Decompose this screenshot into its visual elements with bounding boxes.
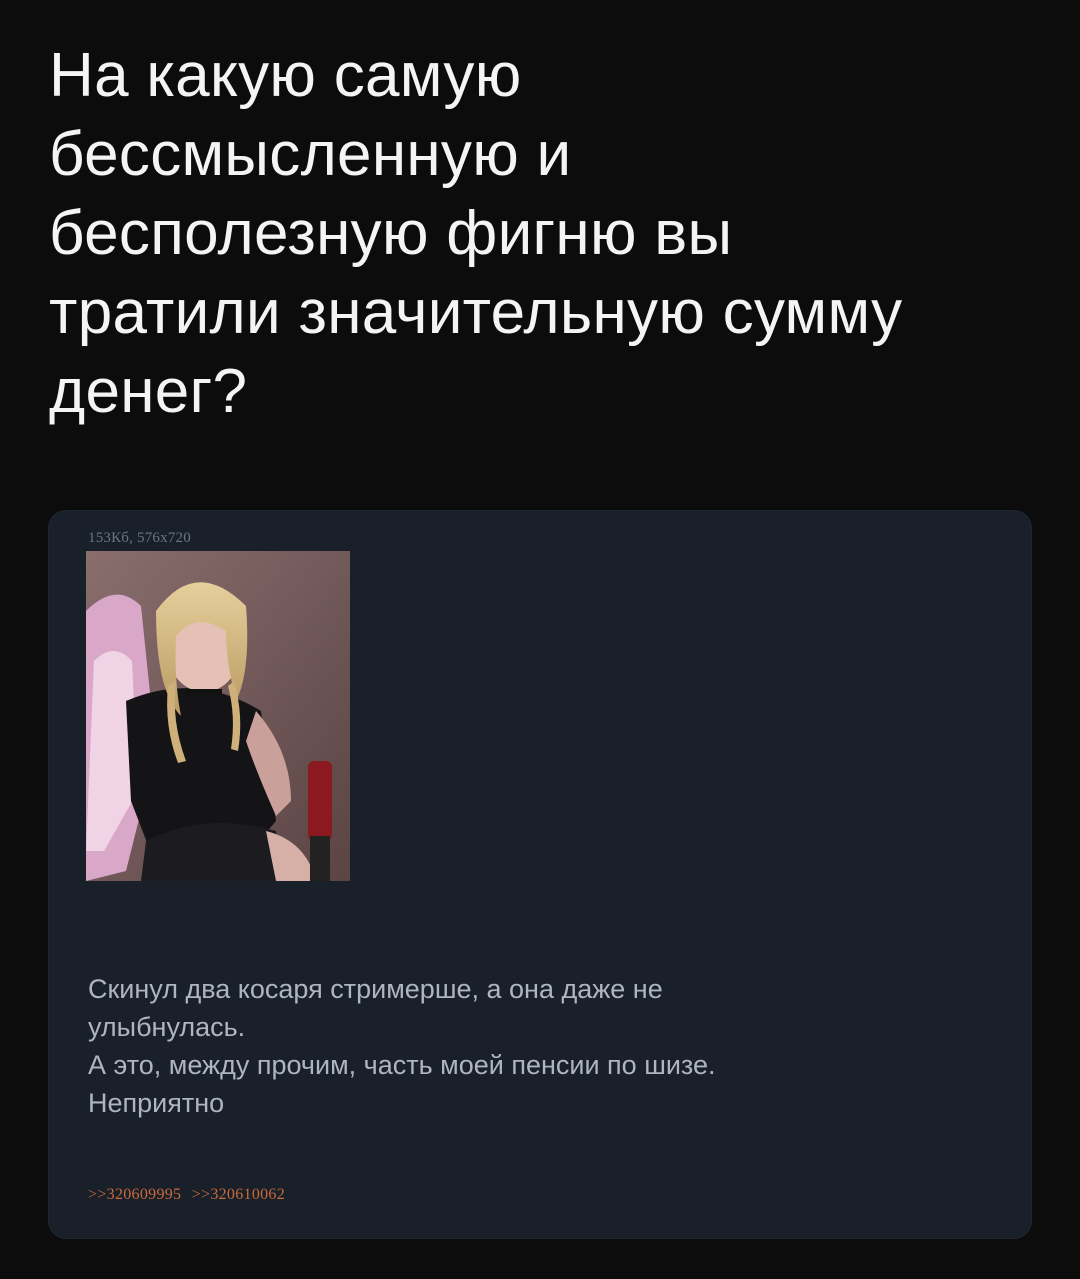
headline-line: тратили значительную сумму [49, 278, 903, 347]
post-image-thumbnail[interactable] [86, 551, 350, 881]
headline-line: денег? [49, 357, 248, 426]
headline-line: бесполезную фигню вы [49, 199, 733, 268]
headline: На какую самую бессмысленную и бесполезн… [49, 36, 1039, 431]
photo-placeholder-icon [86, 551, 350, 881]
reply-link[interactable]: >>320610062 [192, 1186, 285, 1203]
post-text-line: улыбнулась. [88, 1012, 246, 1042]
post-text-line: Скинул два косаря стримерше, а она даже … [88, 974, 663, 1004]
reply-links: >>320609995 >>320610062 [88, 1186, 291, 1204]
headline-line: На какую самую [49, 41, 522, 110]
post-text: Скинул два косаря стримерше, а она даже … [88, 970, 988, 1122]
post-text-line: Неприятно [88, 1088, 225, 1118]
post-text-line: А это, между прочим, часть моей пенсии п… [88, 1050, 716, 1080]
file-meta[interactable]: 153Кб, 576x720 [88, 530, 191, 547]
post-card: 153Кб, 576x720 Скинул два косаря стример… [48, 510, 1032, 1239]
headline-line: бессмысленную и [49, 120, 572, 189]
reply-link[interactable]: >>320609995 [88, 1186, 181, 1203]
